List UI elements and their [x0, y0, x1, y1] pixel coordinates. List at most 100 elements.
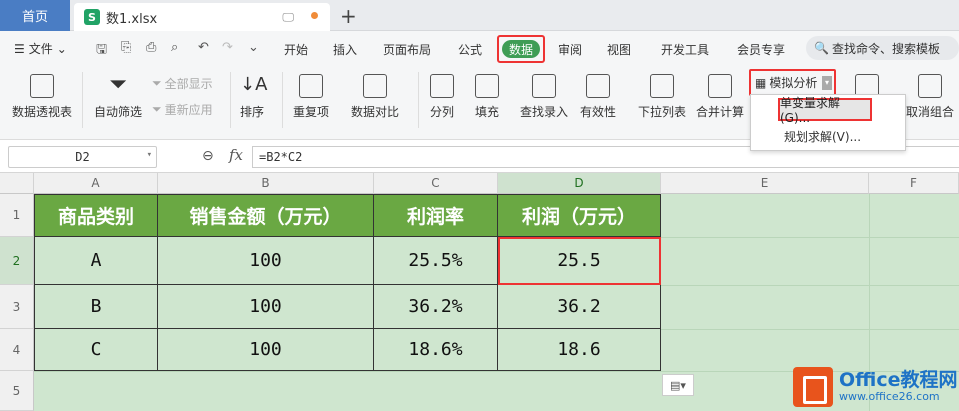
- column-header-d[interactable]: D: [498, 173, 661, 194]
- reapply-label: 重新应用: [164, 103, 213, 117]
- ungroup-button[interactable]: 取消组合: [906, 74, 954, 120]
- file-menu[interactable]: ☰ 文件 ⌄: [14, 40, 67, 57]
- table-header-cell[interactable]: 利润（万元）: [498, 194, 661, 237]
- redo-icon[interactable]: ↷: [222, 40, 233, 55]
- paste-options-icon: ▤▾: [670, 378, 686, 392]
- table-header-cell[interactable]: 商品类别: [34, 194, 158, 237]
- row-header-2[interactable]: 2: [0, 237, 34, 285]
- tab-member[interactable]: 会员专享: [737, 41, 785, 58]
- fill-button[interactable]: 填充: [475, 74, 499, 120]
- tab-insert[interactable]: 插入: [333, 41, 357, 58]
- compare-icon: [363, 74, 387, 98]
- file-tab[interactable]: S 数1.xlsx 🖵: [74, 3, 330, 31]
- show-all-label: 全部显示: [164, 77, 213, 91]
- formula-value: =B2*C2: [259, 150, 303, 164]
- compare-button[interactable]: 数据对比: [351, 74, 399, 120]
- validity-icon: [586, 74, 610, 98]
- save-icon[interactable]: 🖫: [96, 40, 107, 62]
- active-cell-highlight: [498, 237, 661, 285]
- lookup-entry-icon: [532, 74, 556, 98]
- row-header-1[interactable]: 1: [0, 194, 34, 237]
- row-header-3[interactable]: 3: [0, 285, 34, 329]
- table-header-cell[interactable]: 销售金额（万元）: [158, 194, 374, 237]
- validity-button[interactable]: 有效性: [580, 74, 616, 120]
- table-cell[interactable]: 36.2: [498, 285, 661, 329]
- name-box-value: D2: [75, 150, 90, 164]
- pivot-table-button[interactable]: 数据透视表: [12, 74, 72, 120]
- show-all-button[interactable]: ⏷ 全部显示: [152, 75, 213, 92]
- home-tab[interactable]: 首页: [0, 0, 70, 31]
- pivot-table-icon: [30, 74, 54, 98]
- table-cell[interactable]: 25.5%: [374, 237, 498, 285]
- compare-label: 数据对比: [351, 105, 400, 119]
- autofilter-button[interactable]: ⏷ 自动筛选: [94, 74, 142, 120]
- dropdown-list-button[interactable]: 下拉列表: [638, 74, 686, 120]
- sort-icon: ↓A: [240, 74, 268, 95]
- table-cell[interactable]: 18.6%: [374, 329, 498, 371]
- print-icon[interactable]: ⎙: [146, 40, 156, 55]
- show-all-icon: ⏷: [152, 76, 162, 90]
- zoom-icon[interactable]: ⊖: [202, 148, 214, 164]
- office-logo-icon: [793, 366, 833, 407]
- column-header-b[interactable]: B: [158, 173, 374, 194]
- whatif-icon: ▦: [755, 75, 767, 90]
- table-cell[interactable]: C: [34, 329, 158, 371]
- watermark-url: www.office26.com: [839, 389, 940, 403]
- name-box[interactable]: D2 ▾: [8, 146, 157, 168]
- export-icon[interactable]: ⎘: [121, 40, 131, 55]
- tab-start[interactable]: 开始: [284, 41, 308, 58]
- whatif-analysis-button[interactable]: ▦ 模拟分析 ▾: [749, 69, 836, 96]
- function-icon[interactable]: fx: [229, 146, 243, 164]
- reapply-button[interactable]: ⏷ 重新应用: [152, 101, 213, 118]
- table-header-cell[interactable]: 利润率: [374, 194, 498, 237]
- split-column-label: 分列: [430, 105, 455, 119]
- lookup-entry-button[interactable]: 查找录入: [520, 74, 568, 120]
- table-cell[interactable]: 100: [158, 329, 374, 371]
- row-header-5[interactable]: 5: [0, 371, 34, 411]
- table-cell[interactable]: 18.6: [498, 329, 661, 371]
- column-header-f[interactable]: F: [869, 173, 959, 194]
- tab-page-layout[interactable]: 页面布局: [383, 41, 431, 58]
- tab-formula[interactable]: 公式: [458, 41, 482, 58]
- column-header-e[interactable]: E: [661, 173, 869, 194]
- whatif-label: 模拟分析: [769, 76, 818, 90]
- customize-icon[interactable]: ⌄: [248, 40, 259, 55]
- duplicates-button[interactable]: 重复项: [293, 74, 329, 120]
- monitor-icon[interactable]: 🖵: [282, 10, 294, 25]
- undo-icon[interactable]: ↶: [198, 40, 209, 55]
- watermark-brand: Office教程网: [839, 368, 958, 391]
- solver-menu-item[interactable]: 规划求解(V)...: [784, 128, 861, 145]
- table-cell[interactable]: 100: [158, 237, 374, 285]
- watermark: Office教程网 www.office26.com: [793, 362, 959, 411]
- row-header-4[interactable]: 4: [0, 329, 34, 371]
- table-cell[interactable]: 100: [158, 285, 374, 329]
- merge-calc-icon: [708, 74, 732, 98]
- dropdown-list-icon: [650, 74, 674, 98]
- tab-view[interactable]: 视图: [607, 41, 631, 58]
- column-header-c[interactable]: C: [374, 173, 498, 194]
- print-preview-icon[interactable]: ⌕: [171, 40, 178, 55]
- tab-bar: 首页 S 数1.xlsx 🖵 +: [0, 0, 959, 31]
- divider: [230, 72, 231, 128]
- column-header-a[interactable]: A: [34, 173, 158, 194]
- merge-calc-button[interactable]: 合并计算: [696, 74, 744, 120]
- fill-icon: [475, 74, 499, 98]
- new-tab-button[interactable]: +: [340, 4, 357, 28]
- unsaved-dot-icon: [311, 12, 318, 19]
- command-search[interactable]: 🔍 查找命令、搜索模板: [806, 36, 959, 60]
- tab-developer[interactable]: 开发工具: [661, 41, 709, 58]
- goal-seek-menu-item[interactable]: 单变量求解(G)...: [778, 96, 872, 125]
- paste-options-button[interactable]: ▤▾: [662, 374, 694, 396]
- divider: [418, 72, 419, 128]
- table-cell[interactable]: B: [34, 285, 158, 329]
- table-cell[interactable]: 36.2%: [374, 285, 498, 329]
- chevron-down-icon[interactable]: ▾: [147, 150, 152, 160]
- table-cell[interactable]: A: [34, 237, 158, 285]
- tab-data[interactable]: 数据: [497, 35, 545, 63]
- lookup-entry-label: 查找录入: [520, 105, 569, 119]
- split-column-button[interactable]: 分列: [430, 74, 454, 120]
- search-icon: 🔍: [814, 41, 829, 55]
- sort-button[interactable]: ↓A 排序: [240, 74, 268, 120]
- select-all-corner[interactable]: [0, 173, 34, 194]
- tab-review[interactable]: 审阅: [558, 41, 582, 58]
